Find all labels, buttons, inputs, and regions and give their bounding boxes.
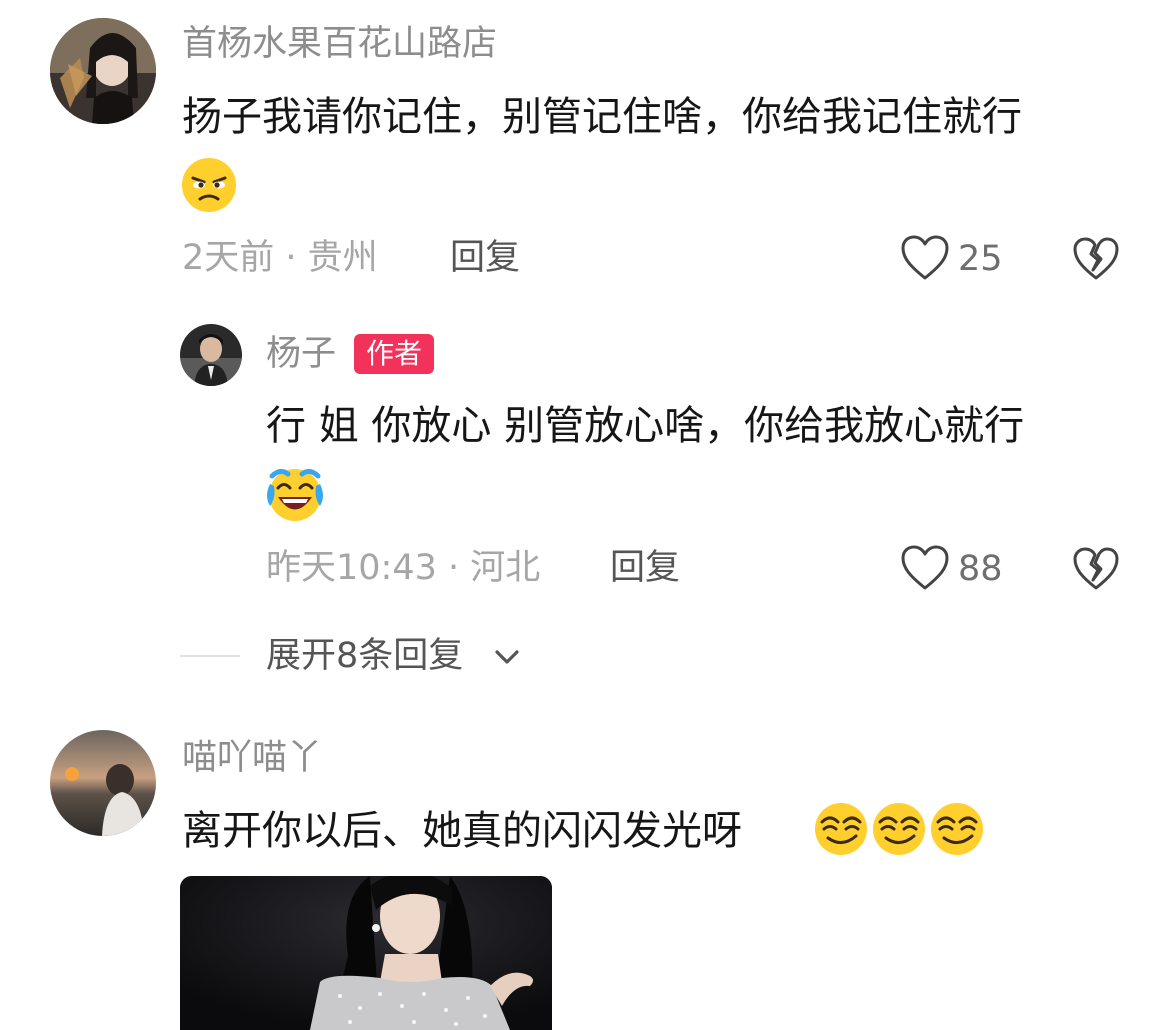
broken-heart-icon	[1072, 547, 1120, 596]
comment-meta: 2天前 · 贵州	[182, 238, 378, 278]
smirk-face-emoji	[928, 800, 986, 860]
avatar-image	[50, 730, 156, 836]
avatar-image	[180, 324, 242, 386]
comment-image[interactable]	[180, 876, 552, 1030]
reply-button[interactable]: 回复	[610, 551, 680, 586]
smirk-face-emoji	[812, 800, 870, 860]
username[interactable]: 喵吖喵丫	[182, 741, 322, 776]
expand-replies-label: 展开8条回复	[266, 636, 464, 676]
avatar[interactable]	[50, 18, 156, 124]
username[interactable]: 杨子	[266, 337, 336, 372]
avatar-image	[50, 18, 156, 124]
comment-text: 离开你以后、她真的闪闪发光呀	[182, 808, 742, 854]
reply-button[interactable]: 回复	[450, 241, 520, 276]
glare-face-emoji	[180, 156, 238, 218]
like-count: 25	[958, 239, 1003, 279]
photo-woman-in-sparkly-dress	[180, 876, 552, 1030]
chevron-down-icon	[492, 642, 522, 676]
like-count: 88	[958, 549, 1003, 589]
reply-meta: 昨天10:43 · 河北	[266, 548, 541, 588]
smirk-face-emoji	[870, 800, 928, 860]
avatar[interactable]	[50, 730, 156, 836]
comment-text: 扬子我请你记住，别管记住啥，你给我记住就行	[182, 94, 1022, 140]
heart-outline-icon	[900, 544, 950, 596]
dislike-button[interactable]	[1072, 546, 1120, 596]
broken-heart-icon	[1072, 237, 1120, 286]
avatar[interactable]	[180, 324, 242, 386]
reply-text: 行 姐 你放心 别管放心啥，你给我放心就行	[266, 403, 1025, 449]
laughing-tears-emoji	[264, 464, 326, 528]
author-badge: 作者	[354, 334, 435, 374]
username[interactable]: 首杨水果百花山路店	[182, 27, 497, 62]
expand-divider-line	[180, 655, 240, 657]
heart-outline-icon	[900, 234, 950, 286]
dislike-button[interactable]	[1072, 236, 1120, 286]
